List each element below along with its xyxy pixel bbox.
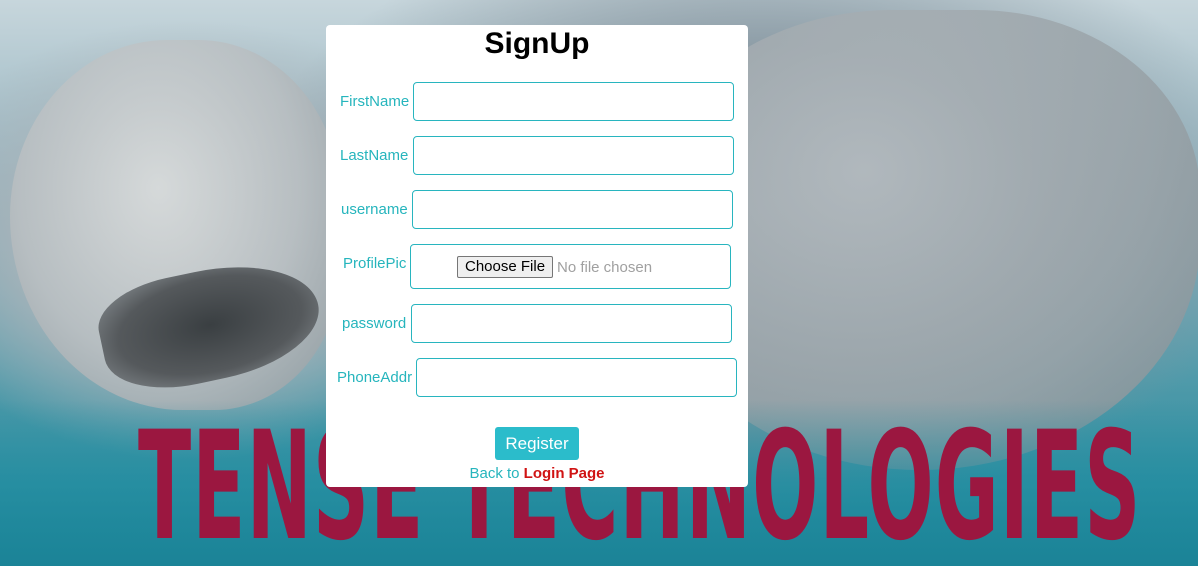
login-page-link[interactable]: Login Page	[524, 465, 605, 482]
firstname-row: FirstName	[326, 82, 748, 122]
file-status: No file chosen	[557, 259, 653, 276]
choose-file-button[interactable]: Choose File	[457, 256, 554, 278]
back-to-login: Back to Login Page	[326, 465, 748, 482]
firstname-input[interactable]	[413, 82, 734, 121]
phoneaddr-row: PhoneAddr	[326, 358, 748, 398]
profilepic-row: ProfilePic Choose File No file chosen	[326, 244, 748, 290]
username-label: username	[341, 201, 408, 218]
lastname-label: LastName	[340, 147, 409, 164]
back-text: Back to	[469, 465, 524, 482]
page-title: SignUp	[484, 27, 590, 60]
phoneaddr-input[interactable]	[416, 358, 737, 397]
password-row: password	[326, 304, 748, 344]
username-input[interactable]	[412, 190, 733, 229]
signup-card: SignUp FirstName LastName username Profi…	[326, 25, 748, 487]
firstname-label: FirstName	[340, 93, 410, 110]
lastname-input[interactable]	[413, 136, 734, 175]
password-label: password	[342, 315, 407, 332]
password-input[interactable]	[411, 304, 732, 343]
register-button[interactable]: Register	[495, 427, 579, 460]
profilepic-file-input[interactable]: Choose File No file chosen	[410, 244, 731, 289]
lastname-row: LastName	[326, 136, 748, 176]
profilepic-label: ProfilePic	[343, 255, 407, 272]
username-row: username	[326, 190, 748, 230]
phoneaddr-label: PhoneAddr	[337, 369, 413, 386]
